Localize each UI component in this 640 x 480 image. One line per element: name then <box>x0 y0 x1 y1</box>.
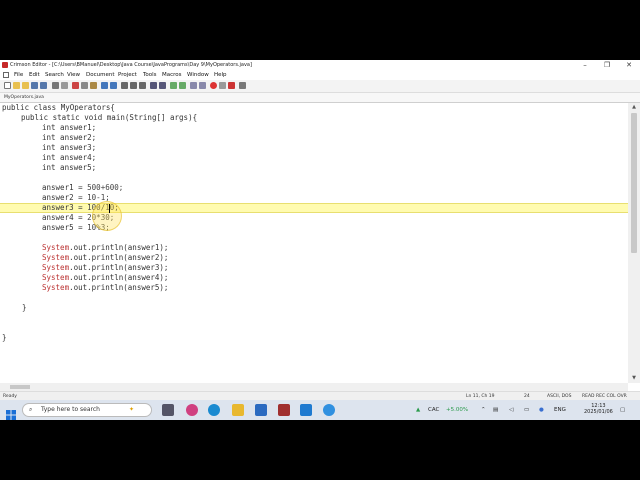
horizontal-scroll-thumb[interactable] <box>10 385 30 389</box>
menu-help[interactable]: Help <box>214 70 227 80</box>
menu-document[interactable]: Document <box>86 70 115 80</box>
clock-date: 2025/01/06 <box>584 409 613 415</box>
code-line-18: System.out.println(answer4); <box>42 273 169 282</box>
new-file-icon[interactable] <box>4 82 11 89</box>
mouse-cursor-highlight <box>92 201 122 231</box>
code-editor[interactable]: public class MyOperators{ public static … <box>0 103 628 383</box>
onedrive-icon[interactable]: ● <box>539 400 544 420</box>
find-icon[interactable] <box>121 82 128 89</box>
tab-myoperators[interactable]: MyOperators.java <box>4 93 44 102</box>
code-line-16: System.out.println(answer2); <box>42 253 169 262</box>
code-line-4: int answer2; <box>42 133 97 142</box>
print-icon[interactable] <box>52 82 59 89</box>
code-line-24: } <box>2 333 7 342</box>
view-icon[interactable] <box>190 82 197 89</box>
code-line-7: int answer5; <box>42 163 97 172</box>
menu-window[interactable]: Window <box>187 70 209 80</box>
code-line-1: public class MyOperators{ <box>2 103 115 112</box>
column-mode-icon[interactable] <box>179 82 186 89</box>
play-macro-icon[interactable] <box>228 82 235 89</box>
stop-macro-icon[interactable] <box>219 82 226 89</box>
bookmark-icon[interactable] <box>159 82 166 89</box>
menu-file[interactable]: File <box>14 70 23 80</box>
crimson-editor-taskbar-icon[interactable] <box>278 404 290 416</box>
scroll-up-icon[interactable]: ▲ <box>631 104 637 110</box>
undo-icon[interactable] <box>101 82 108 89</box>
cut-icon[interactable] <box>72 82 79 89</box>
maximize-button[interactable]: ❐ <box>596 60 618 70</box>
vscode-icon[interactable] <box>300 404 312 416</box>
window-title: Crimson Editor - [C:\Users\BManuel\Deskt… <box>10 62 252 68</box>
tools-icon[interactable] <box>199 82 206 89</box>
title-bar: Crimson Editor - [C:\Users\BManuel\Deskt… <box>0 60 640 70</box>
preview-icon[interactable] <box>61 82 68 89</box>
edge-icon[interactable] <box>208 404 220 416</box>
search-placeholder: Type here to search <box>41 406 100 413</box>
document-tab-bar: MyOperators.java <box>0 93 640 103</box>
settings-icon[interactable] <box>239 82 246 89</box>
vertical-scrollbar[interactable]: ▲ ▼ <box>628 103 640 383</box>
network-icon[interactable]: ▤ <box>493 400 498 420</box>
horizontal-scrollbar[interactable] <box>0 383 628 391</box>
notifications-icon[interactable]: ▢ <box>620 400 625 420</box>
open-folder-icon[interactable] <box>13 82 20 89</box>
toolbar <box>0 80 640 93</box>
close-button[interactable]: ✕ <box>618 60 640 70</box>
volume-icon[interactable]: ◁ <box>509 400 513 420</box>
code-line-17: System.out.println(answer3); <box>42 263 169 272</box>
clock[interactable]: 12:13 2025/01/06 <box>584 403 613 415</box>
code-line-3: int answer1; <box>42 123 97 132</box>
scroll-down-icon[interactable]: ▼ <box>631 375 637 381</box>
copy-icon[interactable] <box>81 82 88 89</box>
record-macro-icon[interactable] <box>210 82 217 89</box>
code-line-6: int answer4; <box>42 153 97 162</box>
code-line-9: answer1 = 500+600; <box>42 183 124 192</box>
stock-label[interactable]: CAC <box>428 400 439 420</box>
show-hidden-icons-icon[interactable]: ⌃ <box>481 400 486 420</box>
taskbar: ⌕ Type here to search ✦ ▲ CAC +5.00% ⌃ ▤… <box>0 400 640 420</box>
save-all-icon[interactable] <box>40 82 47 89</box>
file-explorer-icon[interactable] <box>232 404 244 416</box>
screen: Crimson Editor - [C:\Users\BManuel\Deskt… <box>0 60 640 420</box>
vertical-scroll-thumb[interactable] <box>631 113 637 253</box>
stock-change[interactable]: +5.00% <box>446 400 468 420</box>
save-icon[interactable] <box>31 82 38 89</box>
menu-project[interactable]: Project <box>118 70 137 80</box>
menu-tools[interactable]: Tools <box>143 70 157 80</box>
battery-icon[interactable]: ▭ <box>524 400 529 420</box>
menu-macros[interactable]: Macros <box>162 70 182 80</box>
copilot-sparkle-icon: ✦ <box>129 406 135 413</box>
code-line-19: System.out.println(answer5); <box>42 283 169 292</box>
code-line-15: System.out.println(answer1); <box>42 243 169 252</box>
paste-icon[interactable] <box>90 82 97 89</box>
text-caret <box>109 204 110 213</box>
mail-icon[interactable] <box>255 404 267 416</box>
language-indicator[interactable]: ENG <box>554 400 566 420</box>
code-line-2: public static void main(String[] args){ <box>21 113 198 122</box>
search-icon: ⌕ <box>29 406 33 413</box>
menu-search[interactable]: Search <box>45 70 64 80</box>
open-folder2-icon[interactable] <box>22 82 29 89</box>
windows-start-icon[interactable] <box>6 405 16 420</box>
app-icon[interactable] <box>323 404 335 416</box>
find-next-icon[interactable] <box>130 82 137 89</box>
task-view-icon[interactable] <box>162 404 174 416</box>
menu-view[interactable]: View <box>67 70 80 80</box>
code-line-21: } <box>22 303 27 312</box>
crimson-editor-icon <box>2 62 8 68</box>
redo-icon[interactable] <box>110 82 117 89</box>
document-icon[interactable] <box>3 72 9 78</box>
copilot-icon[interactable] <box>186 404 198 416</box>
menu-bar: File Edit Search View Document Project T… <box>0 70 640 80</box>
word-wrap-icon[interactable] <box>170 82 177 89</box>
code-line-5: int answer3; <box>42 143 97 152</box>
replace-icon[interactable] <box>139 82 146 89</box>
goto-icon[interactable] <box>150 82 157 89</box>
minimize-button[interactable]: – <box>574 60 596 70</box>
stock-chart-icon: ▲ <box>416 407 421 413</box>
menu-edit[interactable]: Edit <box>29 70 40 80</box>
taskbar-search-box[interactable]: ⌕ Type here to search ✦ <box>22 403 152 417</box>
